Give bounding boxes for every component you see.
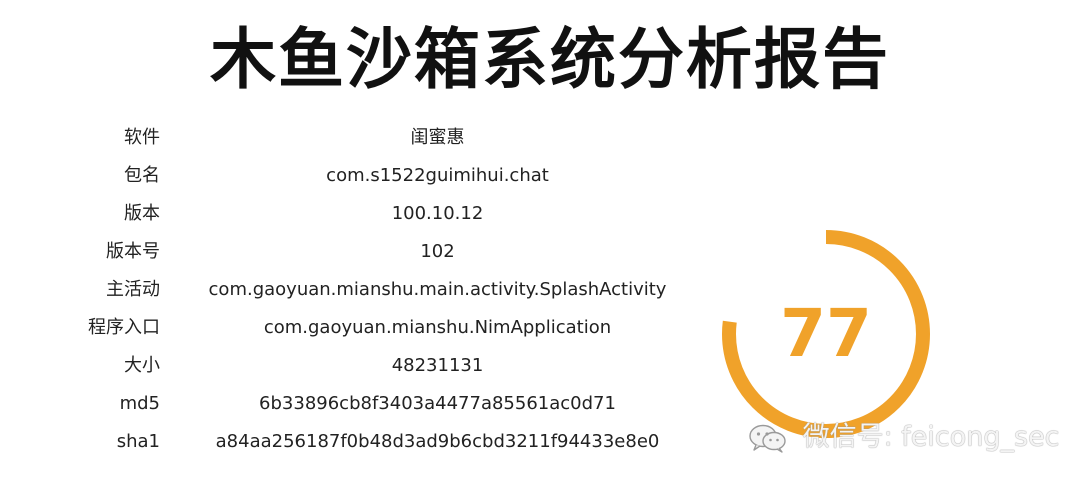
info-value: 102 — [420, 241, 455, 262]
info-label: 版本号 — [106, 241, 160, 262]
info-label: md5 — [119, 393, 160, 414]
info-label: 主活动 — [106, 279, 160, 300]
info-label: sha1 — [116, 431, 160, 452]
info-label: 大小 — [124, 355, 160, 376]
info-value: 闺蜜惠 — [410, 127, 465, 148]
watermark-text: 微信号: feicong_sec — [802, 421, 1060, 453]
info-label: 程序入口 — [88, 317, 160, 338]
wechat-icon — [749, 424, 786, 453]
info-label: 软件 — [124, 127, 160, 148]
info-value: com.gaoyuan.mianshu.main.activity.Splash… — [208, 279, 667, 300]
info-value: 6b33896cb8f3403a4477a85561ac0d71 — [259, 393, 616, 414]
info-label: 版本 — [124, 203, 160, 224]
report-title: 木鱼沙箱系统分析报告 — [210, 21, 890, 98]
watermark: 微信号: feicong_sec — [748, 420, 1060, 454]
info-value: a84aa256187f0b48d3ad9b6cbd3211f94433e8e0 — [215, 431, 660, 452]
info-value: 48231131 — [391, 355, 484, 376]
info-value: 100.10.12 — [391, 203, 484, 224]
info-value: com.s1522guimihui.chat — [326, 165, 549, 186]
info-label: 包名 — [124, 165, 160, 186]
score-value: 77 — [780, 295, 872, 372]
info-value: com.gaoyuan.mianshu.NimApplication — [263, 317, 612, 338]
